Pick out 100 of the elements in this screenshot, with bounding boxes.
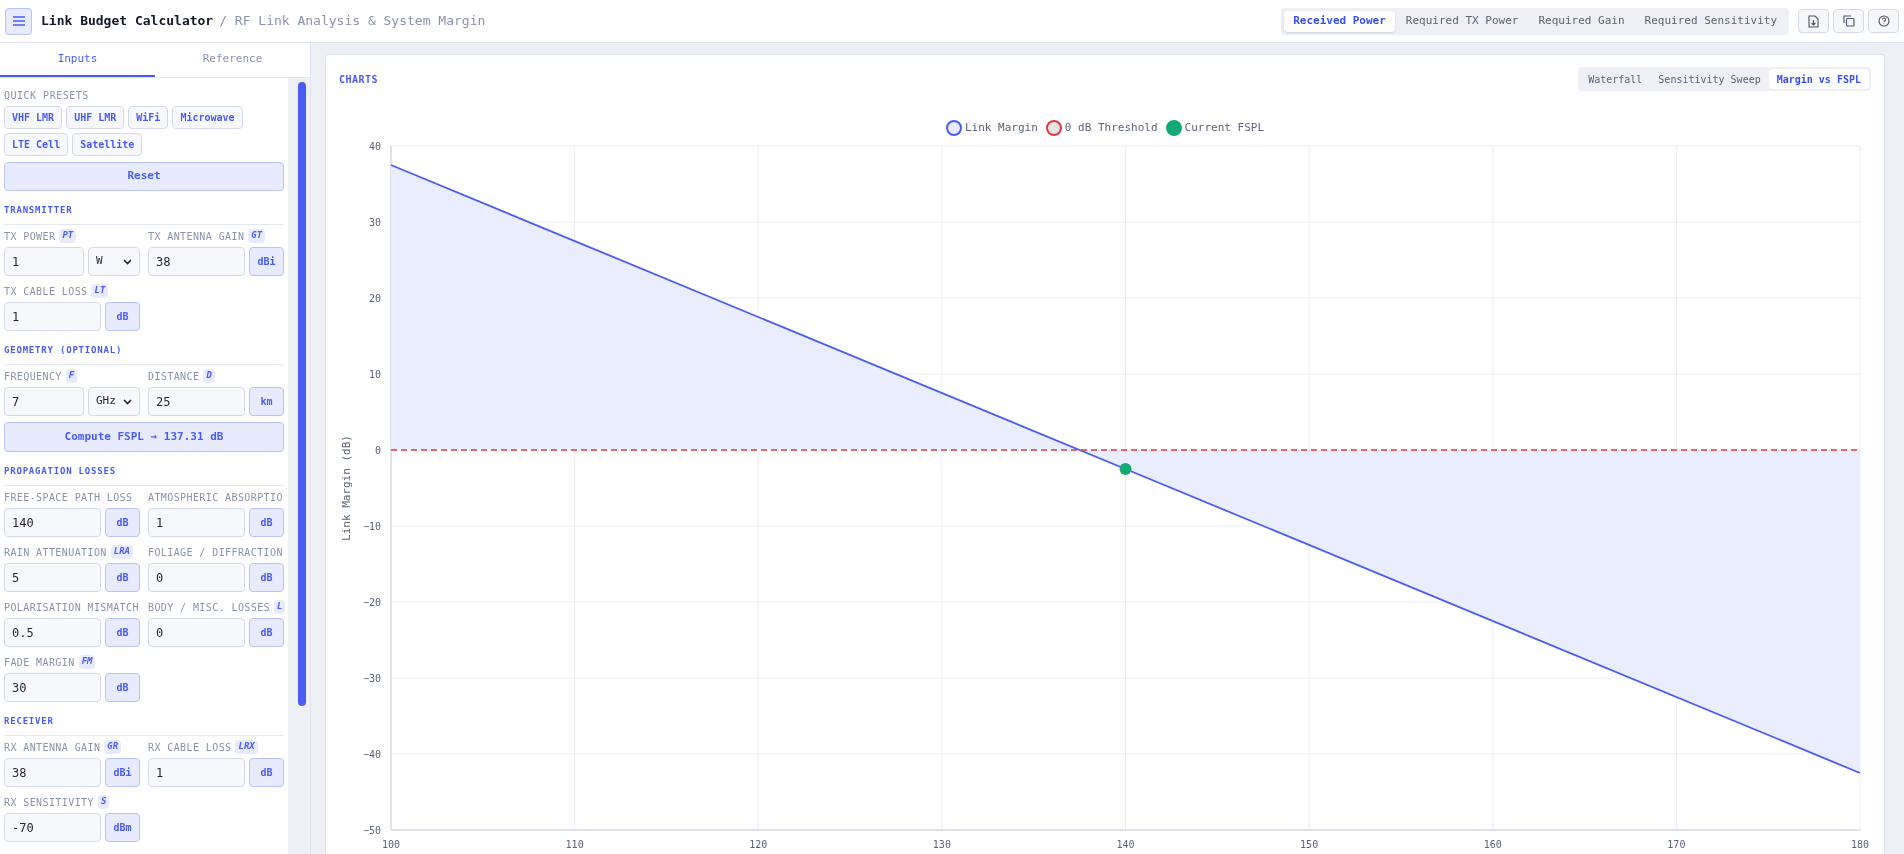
input-field[interactable]: 5 xyxy=(4,563,101,592)
input-field[interactable]: -70 xyxy=(4,813,101,842)
input-field[interactable]: 0.5 xyxy=(4,618,101,647)
help-button[interactable] xyxy=(1868,9,1899,33)
field-label: BODY / MISC. LOSSES xyxy=(148,600,270,615)
input-field[interactable]: 38 xyxy=(148,247,245,276)
chart-tab[interactable]: Margin vs FSPL xyxy=(1768,69,1869,89)
section-heading: TRANSMITTER xyxy=(4,205,73,215)
field-label: RX ANTENNA GAIN xyxy=(4,740,101,755)
chevron-down-icon xyxy=(123,398,132,405)
field-label: FREE-SPACE PATH LOSS xyxy=(4,490,133,505)
app-title: Link Budget Calculator xyxy=(41,12,214,31)
section-heading: GEOMETRY (OPTIONAL) xyxy=(4,345,123,355)
input-field[interactable]: 30 xyxy=(4,673,101,702)
preset-button[interactable]: UHF LMR xyxy=(66,106,125,129)
preset-button[interactable]: Microwave xyxy=(172,106,243,129)
unit-label: dB xyxy=(249,508,284,537)
symbol-badge: D xyxy=(203,369,215,383)
preset-button[interactable]: LTE Cell xyxy=(4,133,69,156)
input-field[interactable]: 25 xyxy=(148,387,245,416)
input-field[interactable]: 7 xyxy=(4,387,84,416)
preset-button[interactable]: Satellite xyxy=(72,133,143,156)
x-tick-label: 100 xyxy=(381,839,401,850)
mode-tab[interactable]: Received Power xyxy=(1284,10,1395,32)
x-tick-label: 140 xyxy=(1116,839,1135,850)
input-field[interactable]: 1 xyxy=(4,247,84,276)
y-tick-label: −40 xyxy=(362,749,381,760)
y-tick-label: 0 xyxy=(374,445,381,456)
field-label: RX SENSITIVITY xyxy=(4,795,94,810)
field-label: FREQUENCY xyxy=(4,369,62,384)
y-tick-label: 20 xyxy=(368,293,381,304)
symbol-badge: LRX xyxy=(235,740,258,754)
x-tick-label: 150 xyxy=(1300,839,1319,850)
field-label: FOLIAGE / DIFFRACTION xyxy=(148,545,283,560)
legend-label: Current FSPL xyxy=(1184,119,1265,136)
export-button[interactable] xyxy=(1798,9,1829,33)
field-label: ATMOSPHERIC ABSORPTIO xyxy=(148,490,283,505)
chevron-down-icon xyxy=(123,258,132,265)
y-tick-label: 30 xyxy=(368,217,381,228)
mode-tab[interactable]: Required Sensitivity xyxy=(1635,10,1786,32)
unit-label: dB xyxy=(105,673,140,702)
input-field[interactable]: 0 xyxy=(148,563,245,592)
field-label: TX CABLE LOSS xyxy=(4,284,88,299)
chart-tab[interactable]: Sensitivity Sweep xyxy=(1650,69,1769,89)
mode-tab[interactable]: Required Gain xyxy=(1529,10,1634,32)
field-label: TX POWER xyxy=(4,229,56,244)
unit-label: dBi xyxy=(105,758,140,787)
symbol-badge: PT xyxy=(59,229,77,243)
x-tick-label: 170 xyxy=(1667,839,1686,850)
unit-select[interactable]: W xyxy=(88,247,140,276)
preset-button[interactable]: WiFi xyxy=(128,106,169,129)
unit-label: dB xyxy=(105,563,140,592)
unit-label: km xyxy=(249,387,284,416)
y-tick-label: −20 xyxy=(362,597,381,608)
input-field[interactable]: 1 xyxy=(4,302,101,331)
x-tick-label: 160 xyxy=(1483,839,1502,850)
menu-button[interactable] xyxy=(5,7,32,35)
unit-label: dB xyxy=(249,758,284,787)
unit-label: dB xyxy=(105,508,140,537)
unit-label: dBi xyxy=(249,247,284,276)
symbol-badge: FM xyxy=(78,655,96,669)
mode-tab[interactable]: Required TX Power xyxy=(1396,10,1528,32)
input-field[interactable]: 38 xyxy=(4,758,101,787)
y-axis-title: Link Margin (dB) xyxy=(340,435,353,541)
y-tick-label: 10 xyxy=(368,369,381,380)
input-field[interactable]: 140 xyxy=(4,508,101,537)
chart-tab[interactable]: Waterfall xyxy=(1580,69,1651,89)
section-heading: RECEIVER xyxy=(4,716,54,726)
input-field[interactable]: 1 xyxy=(148,508,245,537)
preset-button[interactable]: VHF LMR xyxy=(4,106,63,129)
input-field[interactable]: 0 xyxy=(148,618,245,647)
copy-button[interactable] xyxy=(1833,9,1864,33)
scrollbar-thumb[interactable] xyxy=(298,82,306,706)
field-label: RAIN ATTENUATION xyxy=(4,545,107,560)
sidebar-tab[interactable]: Inputs xyxy=(0,43,155,77)
unit-label: dB xyxy=(105,302,140,331)
unit-label: dB xyxy=(105,618,140,647)
input-field[interactable]: 1 xyxy=(148,758,245,787)
y-tick-label: −30 xyxy=(362,673,381,684)
legend-label: 0 dB Threshold xyxy=(1064,119,1158,136)
y-tick-label: −10 xyxy=(362,521,381,532)
x-tick-label: 130 xyxy=(932,839,951,850)
compute-button[interactable]: Compute FSPL → 137.31 dB xyxy=(4,422,284,452)
field-label: FADE MARGIN xyxy=(4,655,75,670)
symbol-badge: LRA xyxy=(110,545,133,559)
symbol-badge: S xyxy=(97,795,110,809)
symbol-badge: F xyxy=(65,369,78,383)
reset-button[interactable]: Reset xyxy=(4,162,284,191)
symbol-badge: LT xyxy=(91,284,109,298)
unit-select[interactable]: GHz xyxy=(88,387,140,416)
symbol-badge: L xyxy=(274,600,286,614)
section-heading: PROPAGATION LOSSES xyxy=(4,466,116,476)
menu-icon xyxy=(11,15,26,27)
x-tick-label: 120 xyxy=(749,839,768,850)
field-label: DISTANCE xyxy=(148,369,200,384)
y-tick-label: 40 xyxy=(368,141,381,152)
symbol-badge: GT xyxy=(248,229,266,243)
data-point xyxy=(1119,463,1132,475)
field-label: TX ANTENNA GAIN xyxy=(148,229,245,244)
symbol-badge: GR xyxy=(104,740,122,754)
